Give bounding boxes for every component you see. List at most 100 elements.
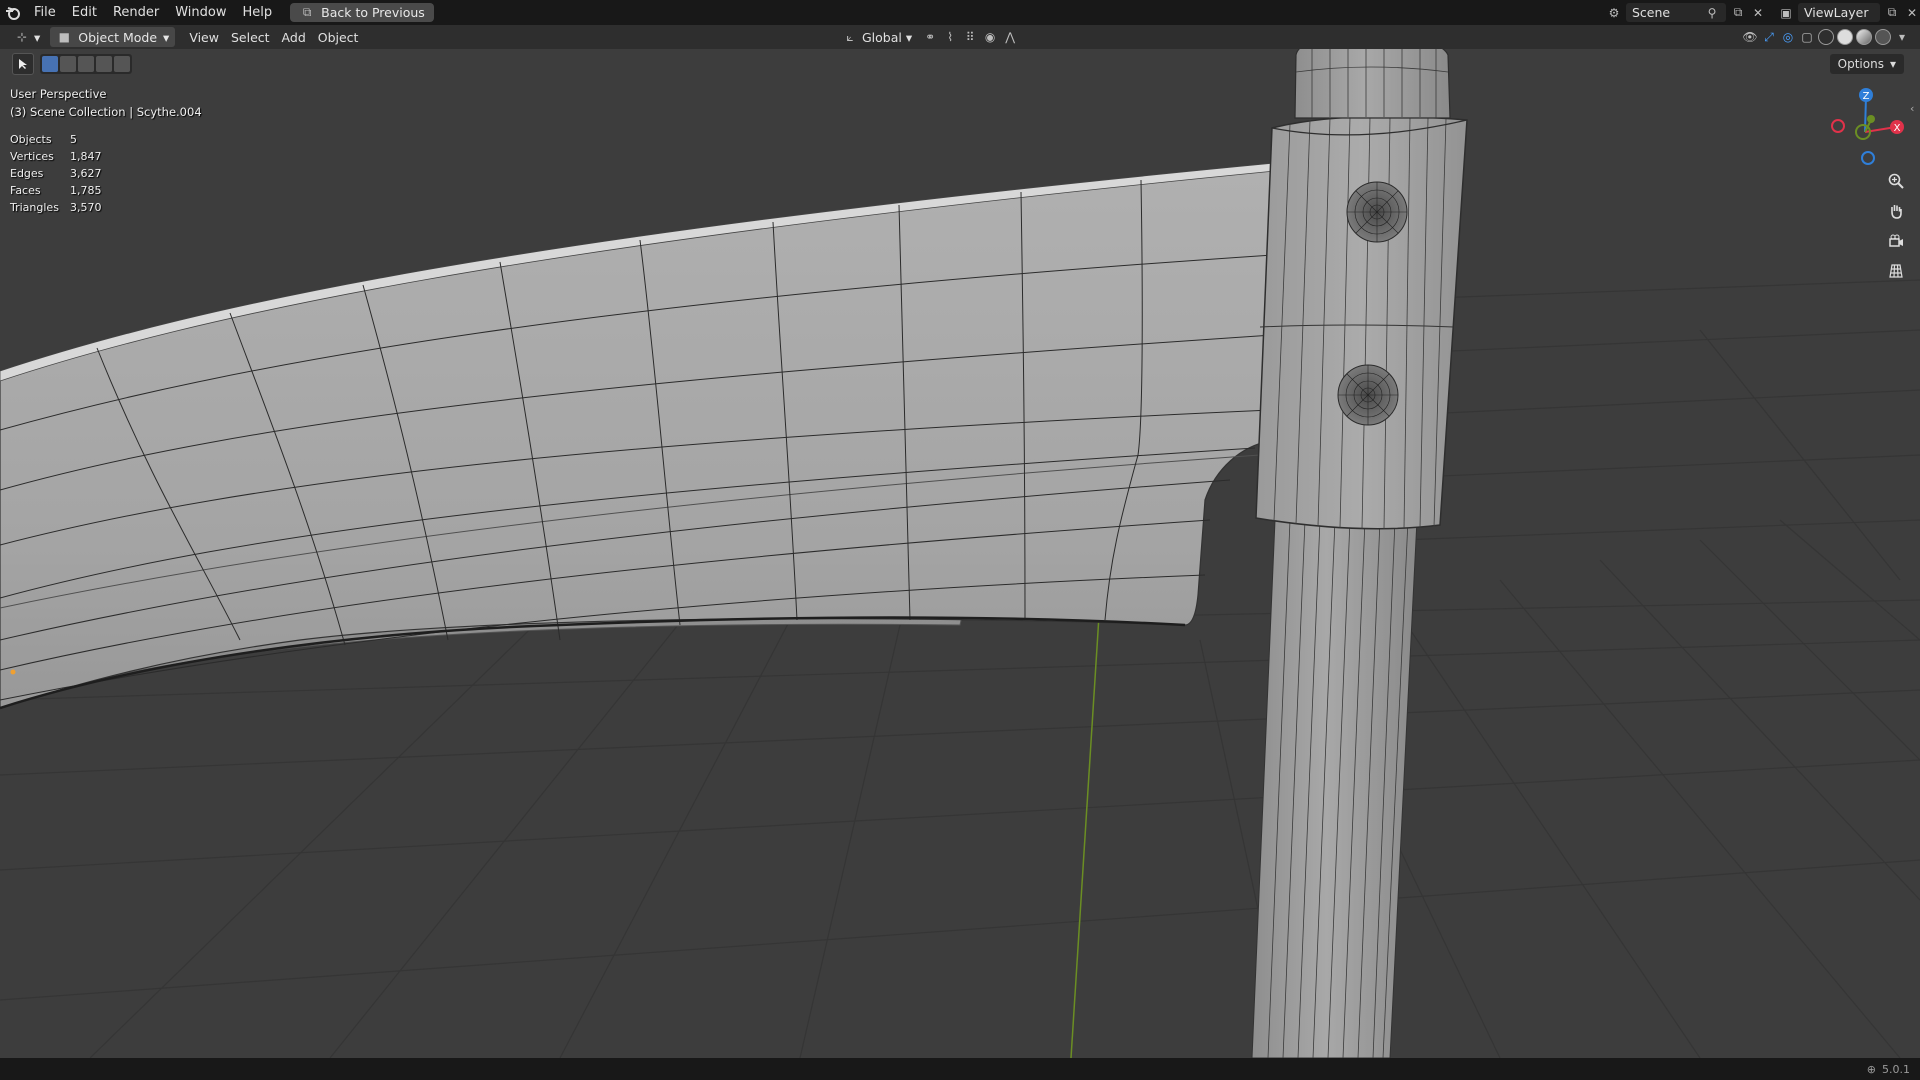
stat-value: 3,570 <box>70 201 102 214</box>
gizmo-z-label: Z <box>1863 91 1870 102</box>
menu-edit[interactable]: Edit <box>64 5 105 20</box>
navigation-gizmo[interactable]: Z X <box>1818 82 1908 172</box>
options-label: Options <box>1837 57 1884 71</box>
new-scene-icon[interactable]: ⧉ <box>1730 5 1746 21</box>
menu-add[interactable]: Add <box>276 27 312 47</box>
stat-label: Objects <box>10 133 52 146</box>
select-intersect-icon[interactable] <box>114 56 130 72</box>
stat-value: 3,627 <box>70 167 102 180</box>
view-layer-type-icon[interactable]: ▣ <box>1778 5 1794 21</box>
menu-window[interactable]: Window <box>167 5 234 20</box>
stat-value: 1,847 <box>70 150 102 163</box>
overlay-toggle-icon[interactable]: ◎ <box>1780 29 1796 45</box>
top-menubar: File Edit Render Window Help ⧉ Back to P… <box>0 0 1920 25</box>
blender-logo-icon[interactable] <box>0 0 26 25</box>
selection-mode-group <box>40 54 132 74</box>
ortho-grid-icon[interactable] <box>1883 258 1909 284</box>
proportional-edit-icon[interactable]: ◉ <box>982 29 998 45</box>
chevron-down-icon: ▾ <box>905 29 913 45</box>
view-layer-name: ViewLayer <box>1804 5 1869 20</box>
wireframe-shading-icon[interactable] <box>1818 29 1834 45</box>
pin-icon[interactable]: ⚲ <box>1704 5 1720 21</box>
status-bar: ⊕ 5.0.1 <box>0 1058 1920 1080</box>
material-shading-icon[interactable] <box>1856 29 1872 45</box>
back-to-previous-button[interactable]: ⧉ Back to Previous <box>290 3 434 22</box>
scene-field[interactable]: Scene ⚲ <box>1626 3 1726 22</box>
stat-row: Edges 3,627 <box>10 165 102 182</box>
object-mode-icon: ■ <box>58 30 70 44</box>
delete-scene-icon[interactable]: ✕ <box>1750 5 1766 21</box>
stat-row: Faces 1,785 <box>10 182 102 199</box>
viewport-overlay-info: User Perspective (3) Scene Collection | … <box>10 85 202 121</box>
gizmo-neg-z-icon[interactable] <box>1861 151 1875 165</box>
menu-render[interactable]: Render <box>105 5 167 20</box>
stat-label: Vertices <box>10 150 54 163</box>
gizmo-y-icon[interactable] <box>1867 115 1875 123</box>
menu-object[interactable]: Object <box>312 27 365 47</box>
gizmo-toggle-icon[interactable]: ⤢ <box>1761 29 1777 45</box>
rivet-lower <box>1337 364 1399 426</box>
select-tool-icon[interactable] <box>12 53 34 75</box>
scene-name: Scene <box>1632 5 1671 20</box>
chevron-down-icon: ▾ <box>163 29 170 45</box>
camera-view-icon[interactable] <box>1883 228 1909 254</box>
perspective-label: User Perspective <box>10 87 107 101</box>
select-extend-icon[interactable] <box>60 56 76 72</box>
transform-orientation-select[interactable]: ⟀ Global ▾ <box>836 27 918 47</box>
sidebar-toggle-icon[interactable]: ‹ <box>1910 102 1914 115</box>
pan-hand-icon[interactable] <box>1883 198 1909 224</box>
transform-orientation-label: Global <box>862 29 902 45</box>
select-new-icon[interactable] <box>42 56 58 72</box>
scene-type-icon[interactable]: ⚙ <box>1606 5 1622 21</box>
pole-lower <box>1251 519 1418 1058</box>
delete-view-layer-icon[interactable]: ✕ <box>1904 5 1920 21</box>
new-view-layer-icon[interactable]: ⧉ <box>1884 5 1900 21</box>
stat-label: Triangles <box>10 201 59 214</box>
gizmo-neg-x-icon[interactable] <box>1831 119 1845 133</box>
visibility-icon[interactable]: 👁 <box>1742 29 1758 45</box>
stat-label: Faces <box>10 184 41 197</box>
stat-value: 5 <box>70 133 77 146</box>
snap-icon[interactable]: ⌇ <box>942 29 958 45</box>
zoom-icon[interactable] <box>1883 168 1909 194</box>
xray-icon[interactable]: ▢ <box>1799 29 1815 45</box>
object-mode-select[interactable]: ■ Object Mode ▾ <box>50 27 176 47</box>
object-mode-label: Object Mode <box>78 29 158 45</box>
version-info: ⊕ 5.0.1 <box>1867 1063 1920 1076</box>
chevron-down-icon: ▾ <box>1889 57 1896 71</box>
shading-options-icon[interactable]: ▾ <box>1894 29 1910 45</box>
network-globe-icon[interactable]: ⊕ <box>1867 1063 1876 1076</box>
rendered-shading-icon[interactable] <box>1875 29 1891 45</box>
select-invert-icon[interactable] <box>96 56 112 72</box>
stat-row: Objects 5 <box>10 131 102 148</box>
view-layer-field[interactable]: ViewLayer <box>1798 3 1880 22</box>
origin-dot <box>10 669 16 675</box>
orientation-icon: ⟀ <box>846 29 854 44</box>
menu-select[interactable]: Select <box>225 27 276 47</box>
solid-shading-icon[interactable] <box>1837 29 1853 45</box>
y-axis-line <box>1070 599 1101 1058</box>
editor-type-button[interactable]: ⊹ ▾ <box>8 27 46 47</box>
stat-row: Vertices 1,847 <box>10 148 102 165</box>
menu-file[interactable]: File <box>26 5 64 20</box>
select-subtract-icon[interactable] <box>78 56 94 72</box>
stat-value: 1,785 <box>70 184 102 197</box>
back-to-previous-label: Back to Previous <box>321 5 425 20</box>
menu-view[interactable]: View <box>183 27 225 47</box>
stat-label: Edges <box>10 167 44 180</box>
stat-row: Triangles 3,570 <box>10 199 102 216</box>
options-button[interactable]: Options ▾ <box>1829 54 1904 74</box>
menu-help[interactable]: Help <box>235 5 281 20</box>
chevron-down-icon: ▾ <box>34 29 41 45</box>
rivet-upper <box>1346 181 1408 243</box>
version-label: 5.0.1 <box>1882 1062 1910 1076</box>
falloff-icon[interactable]: ⋀ <box>1002 29 1018 45</box>
tool-settings-row <box>12 53 132 75</box>
back-window-icon: ⧉ <box>302 5 312 19</box>
pivot-point-icon[interactable]: ⚭ <box>922 29 938 45</box>
viewport-3d[interactable] <box>0 49 1920 1058</box>
pole-top <box>1294 49 1451 119</box>
snap-increment-icon[interactable]: ⠿ <box>962 29 978 45</box>
gizmo-x-label: X <box>1894 123 1901 134</box>
collection-label: (3) Scene Collection | Scythe.004 <box>10 105 202 119</box>
